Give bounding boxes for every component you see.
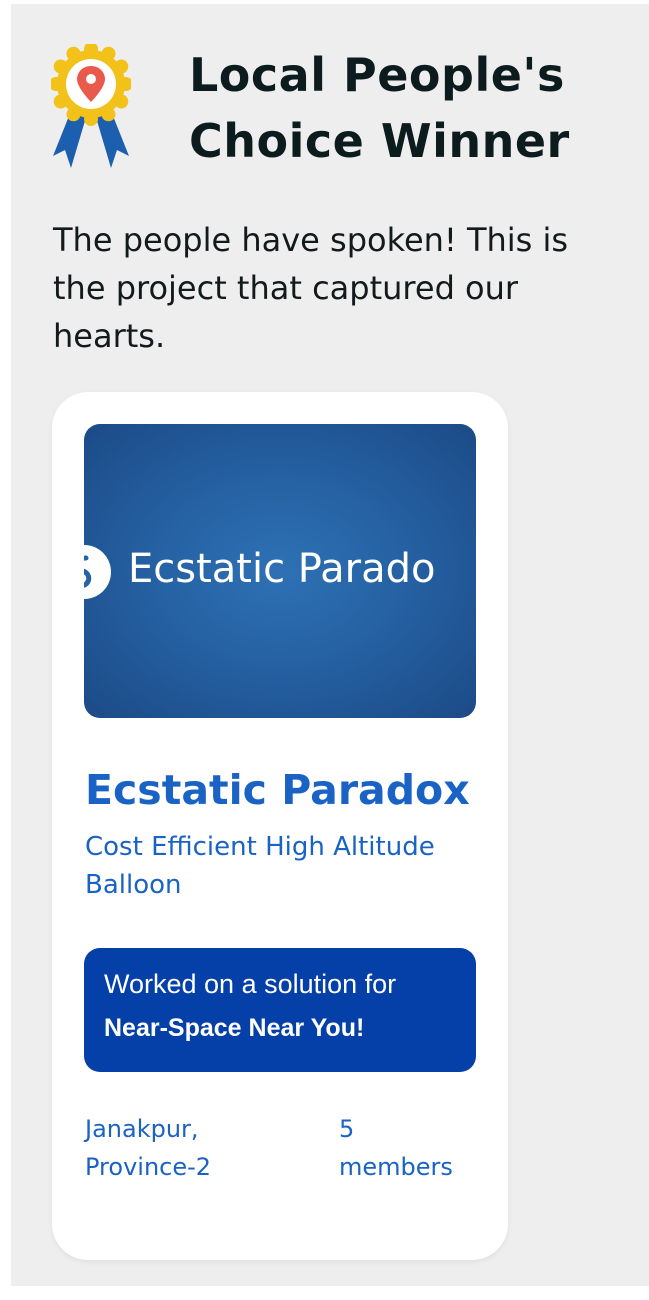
challenge-intro: Worked on a solution for: [104, 969, 397, 999]
challenge-badge[interactable]: Worked on a solution for Near-Space Near…: [84, 948, 476, 1072]
project-name[interactable]: Ecstatic Paradox: [85, 764, 470, 816]
winner-section: Local People's Choice Winner The people …: [11, 4, 649, 1286]
location-city: Janakpur,: [85, 1115, 199, 1143]
award-ribbon-icon: [51, 44, 131, 168]
members-count: 5: [339, 1115, 355, 1143]
challenge-name: Near-Space Near You!: [104, 1014, 365, 1042]
location-province: Province-2: [85, 1153, 212, 1181]
project-location: Janakpur, Province-2: [85, 1110, 315, 1186]
project-thumbnail[interactable]: Ecstatic Parado: [84, 424, 476, 718]
thumbnail-logo-text: Ecstatic Parado: [128, 546, 436, 592]
team-members: 5 members: [339, 1110, 489, 1186]
project-card[interactable]: Ecstatic Parado Ecstatic Paradox Cost Ef…: [52, 392, 508, 1260]
section-subtitle: The people have spoken! This is the proj…: [53, 221, 569, 355]
title-line-1: Local People's: [189, 48, 565, 102]
section-title: Local People's Choice Winner: [189, 42, 629, 174]
members-label: members: [339, 1153, 453, 1181]
ecstatic-paradox-logo-icon: [84, 545, 111, 599]
project-tagline: Cost Efficient High Altitude Balloon: [85, 832, 435, 900]
title-line-2: Choice Winner: [189, 114, 570, 168]
